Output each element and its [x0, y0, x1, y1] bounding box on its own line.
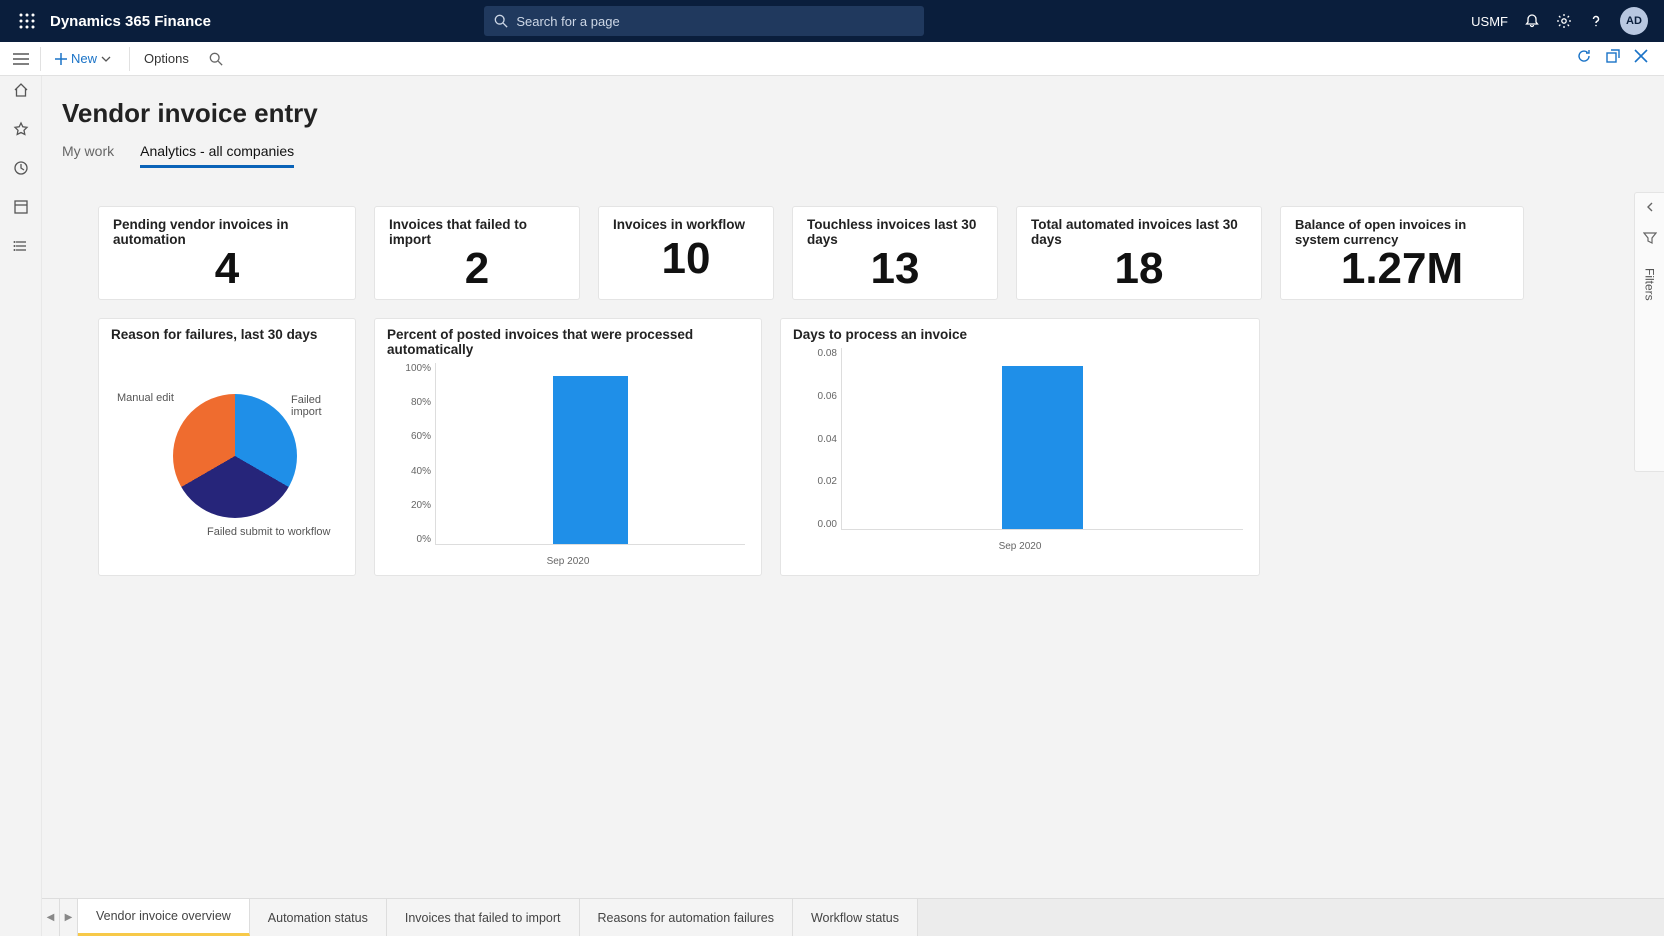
kpi-value: 18	[1031, 247, 1247, 291]
report-tab-automation-status[interactable]: Automation status	[250, 899, 387, 936]
x-axis-label: Sep 2020	[793, 541, 1247, 552]
company-code[interactable]: USMF	[1471, 14, 1508, 29]
filters-panel-collapsed[interactable]: Filters	[1634, 192, 1664, 472]
y-axis: 0.08 0.06 0.04 0.02 0.00	[797, 348, 837, 530]
report-tab-overview[interactable]: Vendor invoice overview	[78, 899, 250, 936]
tabs-scroll-left[interactable]: ◀	[42, 899, 60, 936]
popout-icon[interactable]	[1606, 49, 1620, 68]
kpi-failed-import[interactable]: Invoices that failed to import 2	[374, 206, 580, 300]
plot-area	[435, 363, 745, 545]
notifications-icon[interactable]	[1524, 13, 1540, 29]
app-launcher-icon[interactable]	[8, 13, 46, 29]
kpi-title: Touchless invoices last 30 days	[807, 217, 983, 247]
report-tab-workflow-status[interactable]: Workflow status	[793, 899, 918, 936]
recent-icon[interactable]	[13, 160, 29, 181]
chart-reason-failures[interactable]: Reason for failures, last 30 days Manual…	[98, 318, 356, 576]
filters-label: Filters	[1643, 268, 1657, 301]
kpi-title: Balance of open invoices in system curre…	[1295, 217, 1509, 247]
close-icon[interactable]	[1634, 49, 1648, 68]
page-title: Vendor invoice entry	[42, 76, 1664, 129]
home-icon[interactable]	[13, 82, 29, 103]
report-tab-failed-import[interactable]: Invoices that failed to import	[387, 899, 580, 936]
kpi-value: 1.27M	[1295, 247, 1509, 291]
pie-label-failed-import: Failed import	[291, 394, 343, 418]
y-axis: 100% 80% 60% 40% 20% 0%	[391, 363, 431, 545]
kpi-total-automated[interactable]: Total automated invoices last 30 days 18	[1016, 206, 1262, 300]
user-avatar[interactable]: AD	[1620, 7, 1648, 35]
global-header: Dynamics 365 Finance Search for a page U…	[0, 0, 1664, 42]
favorites-icon[interactable]	[13, 121, 29, 142]
tab-analytics-all-companies[interactable]: Analytics - all companies	[140, 143, 294, 168]
chevron-down-icon	[101, 54, 111, 64]
search-placeholder: Search for a page	[516, 14, 619, 29]
kpi-title: Total automated invoices last 30 days	[1031, 217, 1247, 247]
kpi-in-workflow[interactable]: Invoices in workflow 10	[598, 206, 774, 300]
kpi-open-balance[interactable]: Balance of open invoices in system curre…	[1280, 206, 1524, 300]
bar	[1002, 366, 1082, 529]
page-tabs: My work Analytics - all companies	[42, 129, 1664, 168]
search-icon	[494, 14, 508, 28]
pie-label-manual-edit: Manual edit	[117, 392, 174, 404]
tabs-scroll-right[interactable]: ▶	[60, 899, 78, 936]
bar	[553, 376, 627, 544]
chart-title: Days to process an invoice	[793, 327, 1247, 342]
chart-percent-posted[interactable]: Percent of posted invoices that were pro…	[374, 318, 762, 576]
help-icon[interactable]	[1588, 13, 1604, 29]
workspaces-icon[interactable]	[13, 199, 29, 220]
kpi-pending-invoices[interactable]: Pending vendor invoices in automation 4	[98, 206, 356, 300]
new-button[interactable]: New	[45, 42, 125, 75]
search-input[interactable]: Search for a page	[484, 6, 924, 36]
chart-title: Percent of posted invoices that were pro…	[387, 327, 749, 357]
chart-title: Reason for failures, last 30 days	[111, 327, 343, 342]
kpi-title: Invoices in workflow	[613, 217, 759, 232]
filters-icon	[1643, 231, 1657, 250]
kpi-value: 4	[113, 247, 341, 291]
plot-area	[841, 348, 1243, 530]
left-nav-rail	[0, 76, 42, 936]
main-content: Vendor invoice entry My work Analytics -…	[42, 76, 1664, 936]
chart-days-to-process[interactable]: Days to process an invoice 0.08 0.06 0.0…	[780, 318, 1260, 576]
action-search-button[interactable]	[199, 42, 233, 75]
refresh-icon[interactable]	[1576, 48, 1592, 69]
kpi-title: Invoices that failed to import	[389, 217, 565, 247]
chevron-left-icon[interactable]	[1645, 199, 1655, 217]
pie-chart	[173, 394, 297, 518]
kpi-value: 2	[389, 247, 565, 291]
settings-icon[interactable]	[1556, 13, 1572, 29]
kpi-value: 13	[807, 247, 983, 291]
nav-toggle-icon[interactable]	[6, 53, 36, 65]
modules-icon[interactable]	[13, 238, 29, 259]
kpi-title: Pending vendor invoices in automation	[113, 217, 341, 247]
new-label: New	[71, 51, 97, 66]
kpi-touchless[interactable]: Touchless invoices last 30 days 13	[792, 206, 998, 300]
pie-label-failed-submit: Failed submit to workflow	[207, 526, 331, 538]
plus-icon	[55, 53, 67, 65]
app-name: Dynamics 365 Finance	[50, 13, 211, 30]
search-icon	[209, 52, 223, 66]
report-tabs-bar: ◀ ▶ Vendor invoice overview Automation s…	[42, 898, 1664, 936]
report-tab-failure-reasons[interactable]: Reasons for automation failures	[580, 899, 793, 936]
kpi-value: 10	[613, 237, 759, 281]
action-bar: New Options	[0, 42, 1664, 76]
tab-my-work[interactable]: My work	[62, 143, 114, 168]
x-axis-label: Sep 2020	[387, 556, 749, 567]
options-button[interactable]: Options	[134, 42, 199, 75]
